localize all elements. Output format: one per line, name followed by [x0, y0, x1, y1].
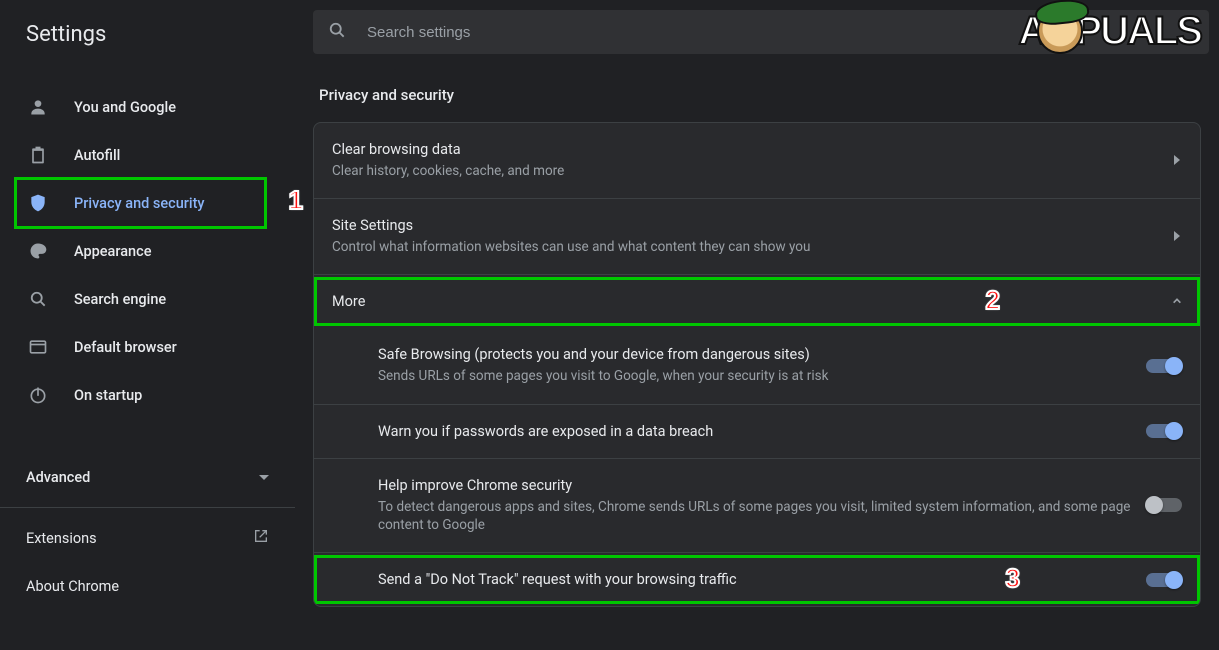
- row-title: More: [332, 293, 1158, 310]
- row-password-breach-warn[interactable]: Warn you if passwords are exposed in a d…: [314, 404, 1200, 458]
- power-icon: [26, 383, 50, 407]
- sidebar-item-autofill[interactable]: Autofill: [0, 131, 295, 179]
- sidebar-item-label: On startup: [74, 387, 142, 404]
- sidebar-item-appearance[interactable]: Appearance: [0, 227, 295, 275]
- row-title: Safe Browsing (protects you and your dev…: [378, 346, 1132, 363]
- sidebar-link-label: About Chrome: [26, 578, 119, 595]
- page-title: Settings: [0, 22, 295, 65]
- sidebar-item-search-engine[interactable]: Search engine: [0, 275, 295, 323]
- chevron-right-icon: [1172, 229, 1182, 245]
- sidebar-link-extensions[interactable]: Extensions: [0, 514, 295, 562]
- row-clear-browsing-data[interactable]: Clear browsing data Clear history, cooki…: [314, 123, 1200, 198]
- annotation-number-3: 3: [1006, 563, 1020, 594]
- sidebar-item-on-startup[interactable]: On startup: [0, 371, 295, 419]
- sidebar-item-label: Search engine: [74, 291, 166, 308]
- sidebar-link-label: Extensions: [26, 530, 97, 547]
- row-safe-browsing[interactable]: Safe Browsing (protects you and your dev…: [314, 328, 1200, 403]
- section-title-privacy: Privacy and security: [319, 86, 1201, 104]
- privacy-card: Clear browsing data Clear history, cooki…: [313, 122, 1201, 607]
- toggle-do-not-track[interactable]: [1146, 573, 1182, 587]
- row-title: Site Settings: [332, 217, 1158, 234]
- palette-icon: [26, 239, 50, 263]
- more-sublist: Safe Browsing (protects you and your dev…: [314, 328, 1200, 606]
- watermark-text-puals: PUALS: [1075, 9, 1201, 54]
- sidebar-item-label: Autofill: [74, 147, 120, 164]
- row-subtitle: To detect dangerous apps and sites, Chro…: [378, 498, 1132, 534]
- toggle-password-breach[interactable]: [1146, 424, 1182, 438]
- row-title: Help improve Chrome security: [378, 477, 1132, 494]
- sidebar-item-label: Appearance: [74, 243, 151, 260]
- sidebar-item-label: You and Google: [74, 99, 176, 116]
- sidebar-advanced-expander[interactable]: Advanced: [0, 453, 295, 501]
- chevron-right-icon: [1172, 153, 1182, 169]
- row-subtitle: Clear history, cookies, cache, and more: [332, 162, 1158, 180]
- row-help-improve-security[interactable]: Help improve Chrome security To detect d…: [314, 458, 1200, 552]
- search-icon: [327, 20, 347, 44]
- search-icon: [26, 287, 50, 311]
- sidebar-link-about-chrome[interactable]: About Chrome: [0, 562, 295, 610]
- row-site-settings[interactable]: Site Settings Control what information w…: [314, 198, 1200, 274]
- content-area: A PUALS Privacy and security Clear brows…: [295, 0, 1219, 650]
- row-title: Clear browsing data: [332, 141, 1158, 158]
- annotation-number-1: 1: [289, 185, 303, 216]
- sidebar-item-label: Privacy and security: [74, 195, 205, 212]
- sidebar-item-privacy-and-security[interactable]: Privacy and security 1: [0, 179, 295, 227]
- row-subtitle: Sends URLs of some pages you visit to Go…: [378, 367, 1132, 385]
- toggle-safe-browsing[interactable]: [1146, 359, 1182, 373]
- row-title: Warn you if passwords are exposed in a d…: [378, 423, 1132, 440]
- sidebar-item-default-browser[interactable]: Default browser: [0, 323, 295, 371]
- clipboard-icon: [26, 143, 50, 167]
- watermark-logo: A PUALS: [1019, 8, 1201, 54]
- settings-search-bar[interactable]: A PUALS: [313, 10, 1209, 54]
- row-do-not-track[interactable]: Send a "Do Not Track" request with your …: [314, 552, 1200, 606]
- browser-window-icon: [26, 335, 50, 359]
- chevron-up-icon: [1172, 294, 1182, 310]
- sidebar-item-you-and-google[interactable]: You and Google: [0, 83, 295, 131]
- annotation-number-2: 2: [986, 285, 1000, 316]
- toggle-help-improve[interactable]: [1146, 498, 1182, 512]
- sidebar-item-label: Default browser: [74, 339, 177, 356]
- person-icon: [26, 95, 50, 119]
- sidebar-advanced-label: Advanced: [26, 469, 90, 486]
- external-link-icon: [253, 528, 269, 548]
- row-more-expander[interactable]: More 2: [314, 274, 1200, 328]
- row-subtitle: Control what information websites can us…: [332, 238, 1158, 256]
- shield-icon: [26, 191, 50, 215]
- sidebar-nav: You and Google Autofill Privacy and secu…: [0, 83, 295, 419]
- sidebar: Settings You and Google Autofill: [0, 0, 295, 650]
- sidebar-separator: [0, 507, 295, 508]
- chevron-down-icon: [259, 475, 269, 480]
